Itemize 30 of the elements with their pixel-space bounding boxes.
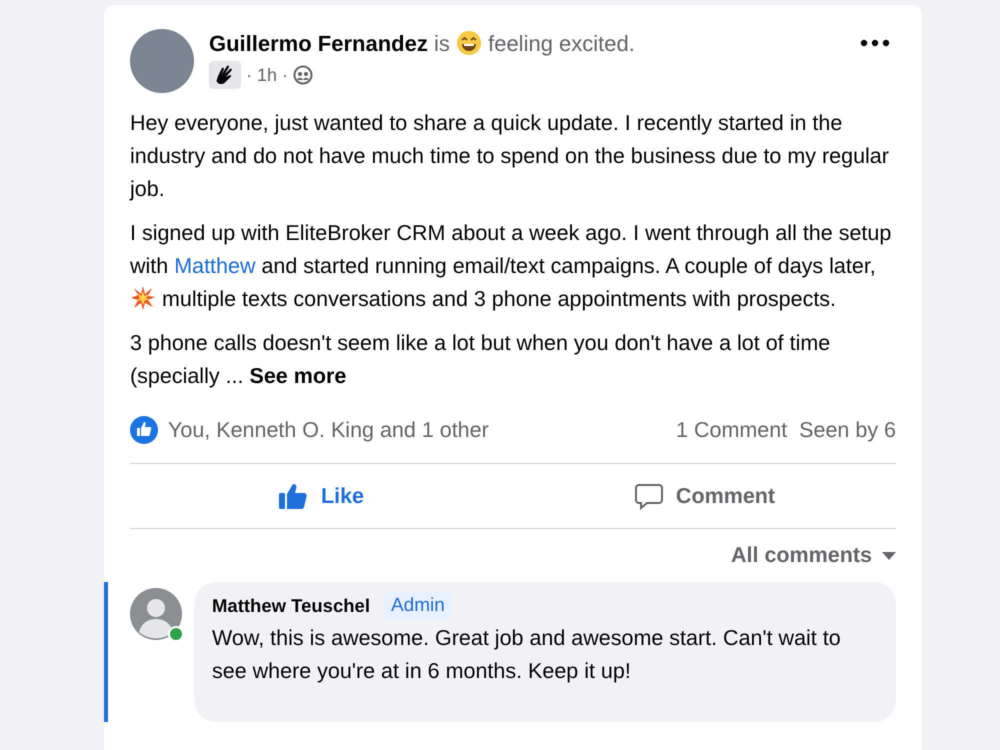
post-time[interactable]: 1h: [257, 64, 278, 86]
separator-dot: ·: [246, 64, 252, 86]
post-paragraph: Hey everyone, just wanted to share a quick update. I recently started in the industry and do not have much time to spend on the business due to my regular job.: [130, 110, 890, 203]
grinning-emoji-icon: [456, 30, 482, 56]
avatar-silhouette-icon: [130, 588, 182, 640]
feeling-text: feeling excited.: [488, 31, 635, 56]
commenter-name[interactable]: Matthew Teuschel: [212, 595, 370, 617]
mention-link[interactable]: Matthew: [174, 254, 256, 278]
admin-badge: Admin: [384, 592, 452, 620]
reactions-summary[interactable]: You, Kenneth O. King and 1 other: [168, 418, 676, 442]
speech-bubble-icon: [634, 482, 664, 510]
privacy-badge[interactable]: [209, 61, 241, 89]
seen-by-count[interactable]: Seen by 6: [799, 418, 896, 442]
author-name[interactable]: Guillermo Fernandez: [209, 31, 428, 56]
comment-count[interactable]: 1 Comment: [676, 418, 788, 442]
comment-text: Wow, this is awesome. Great job and awesome start. Can't wait to see where you're at in 6 months. Keep it up!: [212, 625, 842, 685]
caret-icon: [882, 552, 896, 560]
see-more-link[interactable]: See more: [249, 364, 346, 388]
thumbs-up-icon: [278, 482, 309, 510]
more-options-icon[interactable]: [860, 39, 890, 47]
collision-emoji-icon: [130, 285, 156, 311]
separator-dot: ·: [282, 64, 288, 86]
like-button[interactable]: Like: [130, 464, 513, 528]
comment-button[interactable]: Comment: [513, 464, 896, 528]
group-audience-icon: [293, 65, 314, 85]
post-paragraph: 3 phone calls doesn't seem like a lot but when you don't have a lot of time (specially ... See more: [130, 330, 832, 390]
like-reaction-icon: [130, 416, 158, 444]
comment-filter[interactable]: All comments: [731, 543, 872, 568]
activity-verb: is: [434, 31, 450, 56]
post-paragraph: I signed up with EliteBroker CRM about a week ago. I went through all the setup with Matthew and started running email/text campaigns. A couple of days later, multiple texts conversations and 3 phone appointments with prospects.: [130, 220, 892, 313]
